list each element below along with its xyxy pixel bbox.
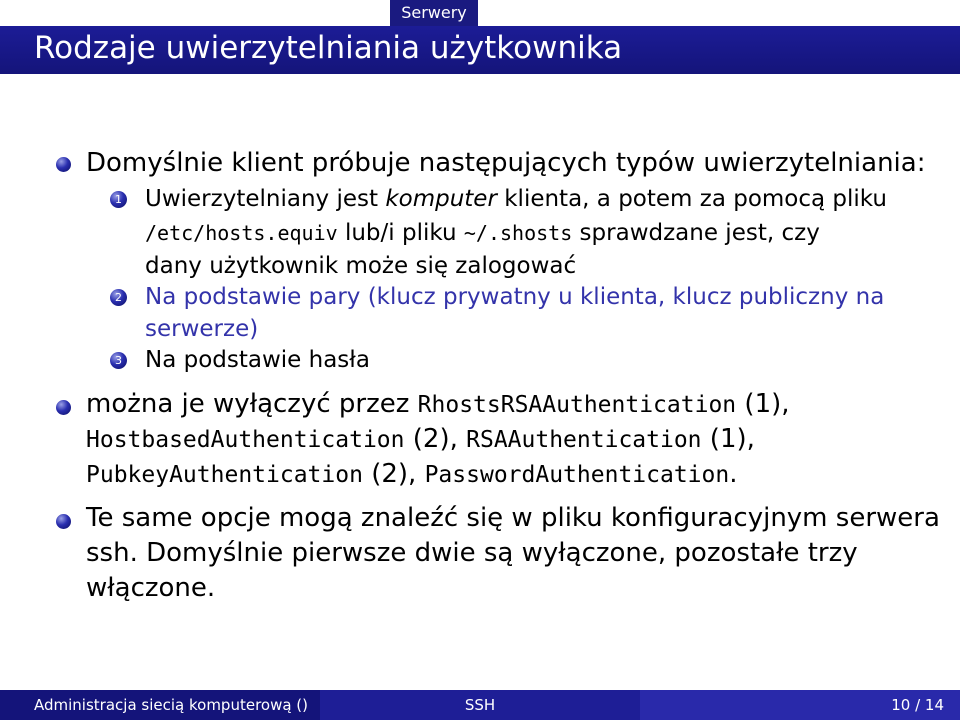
item-3-line-1: Na podstawie hasła — [145, 347, 370, 373]
item-1-text: sprawdzane jest, czy — [572, 220, 820, 246]
bullet-icon — [56, 157, 71, 172]
item-1-text: klienta, a potem za pomocą pliku — [496, 186, 888, 212]
bullet-2-text: można je wyłączyć przez — [86, 389, 418, 419]
bullet-2-code: PubkeyAuthentication — [86, 462, 363, 488]
item-2-number: 2 — [110, 289, 127, 306]
bullet-2-line-3: PubkeyAuthentication (2), PasswordAuthen… — [86, 459, 737, 489]
footer-page-number: 10 / 14 — [640, 690, 960, 720]
item-1-line-3: dany użytkownik może się zalogować — [145, 253, 577, 279]
item-1-text: lub/i pliku — [337, 220, 464, 246]
bullet-3-line-2: ssh. Domyślnie pierwsze dwie są wyłączon… — [86, 538, 858, 568]
item-2-line-1: Na podstawie pary (klucz prywatny u klie… — [145, 284, 885, 310]
bullet-2-line-1: można je wyłączyć przez RhostsRSAAuthent… — [86, 389, 790, 419]
footer-section: SSH — [320, 690, 640, 720]
footer-bar: Administracja siecią komputerową () SSH … — [0, 690, 960, 720]
bullet-2-text: (2), — [404, 424, 467, 454]
item-1-emphasis: komputer — [385, 186, 497, 212]
bullet-1-text: Domyślnie klient próbuje następujących t… — [86, 148, 926, 178]
bullet-2-text: (1), — [701, 424, 755, 454]
bullet-2-line-2: HostbasedAuthentication (2), RSAAuthenti… — [86, 424, 755, 454]
bullet-icon — [56, 400, 71, 415]
bullet-icon — [56, 514, 71, 529]
item-1-number: 1 — [110, 191, 127, 208]
item-1-text: Uwierzytelniany jest — [145, 186, 386, 212]
item-3-number: 3 — [110, 352, 127, 369]
bullet-2-code: RSAAuthentication — [466, 427, 702, 453]
bullet-2-code: PasswordAuthentication — [424, 462, 730, 488]
bullet-3-line-1: Te same opcje mogą znaleźć się w pliku k… — [86, 503, 940, 533]
footer-course-title: Administracja siecią komputerową () — [0, 690, 320, 720]
bullet-3-line-3: włączone. — [86, 573, 216, 603]
item-2-line-2: serwerze) — [145, 316, 259, 342]
item-1-code: /etc/hosts.equiv — [145, 221, 338, 245]
item-1-code: ~/.shosts — [463, 221, 573, 245]
slide-content: Domyślnie klient próbuje następujących t… — [0, 0, 960, 680]
item-1-line-2: /etc/hosts.equiv lub/i pliku ~/.shosts s… — [145, 220, 820, 246]
bullet-2-text: . — [729, 459, 738, 489]
bullet-2-code: RhostsRSAAuthentication — [417, 392, 737, 418]
bullet-2-text: (1), — [736, 389, 790, 419]
bullet-2-text: (2), — [362, 459, 425, 489]
item-1-line-1: Uwierzytelniany jest komputer klienta, a… — [145, 186, 887, 212]
bullet-2-code: HostbasedAuthentication — [86, 427, 405, 453]
